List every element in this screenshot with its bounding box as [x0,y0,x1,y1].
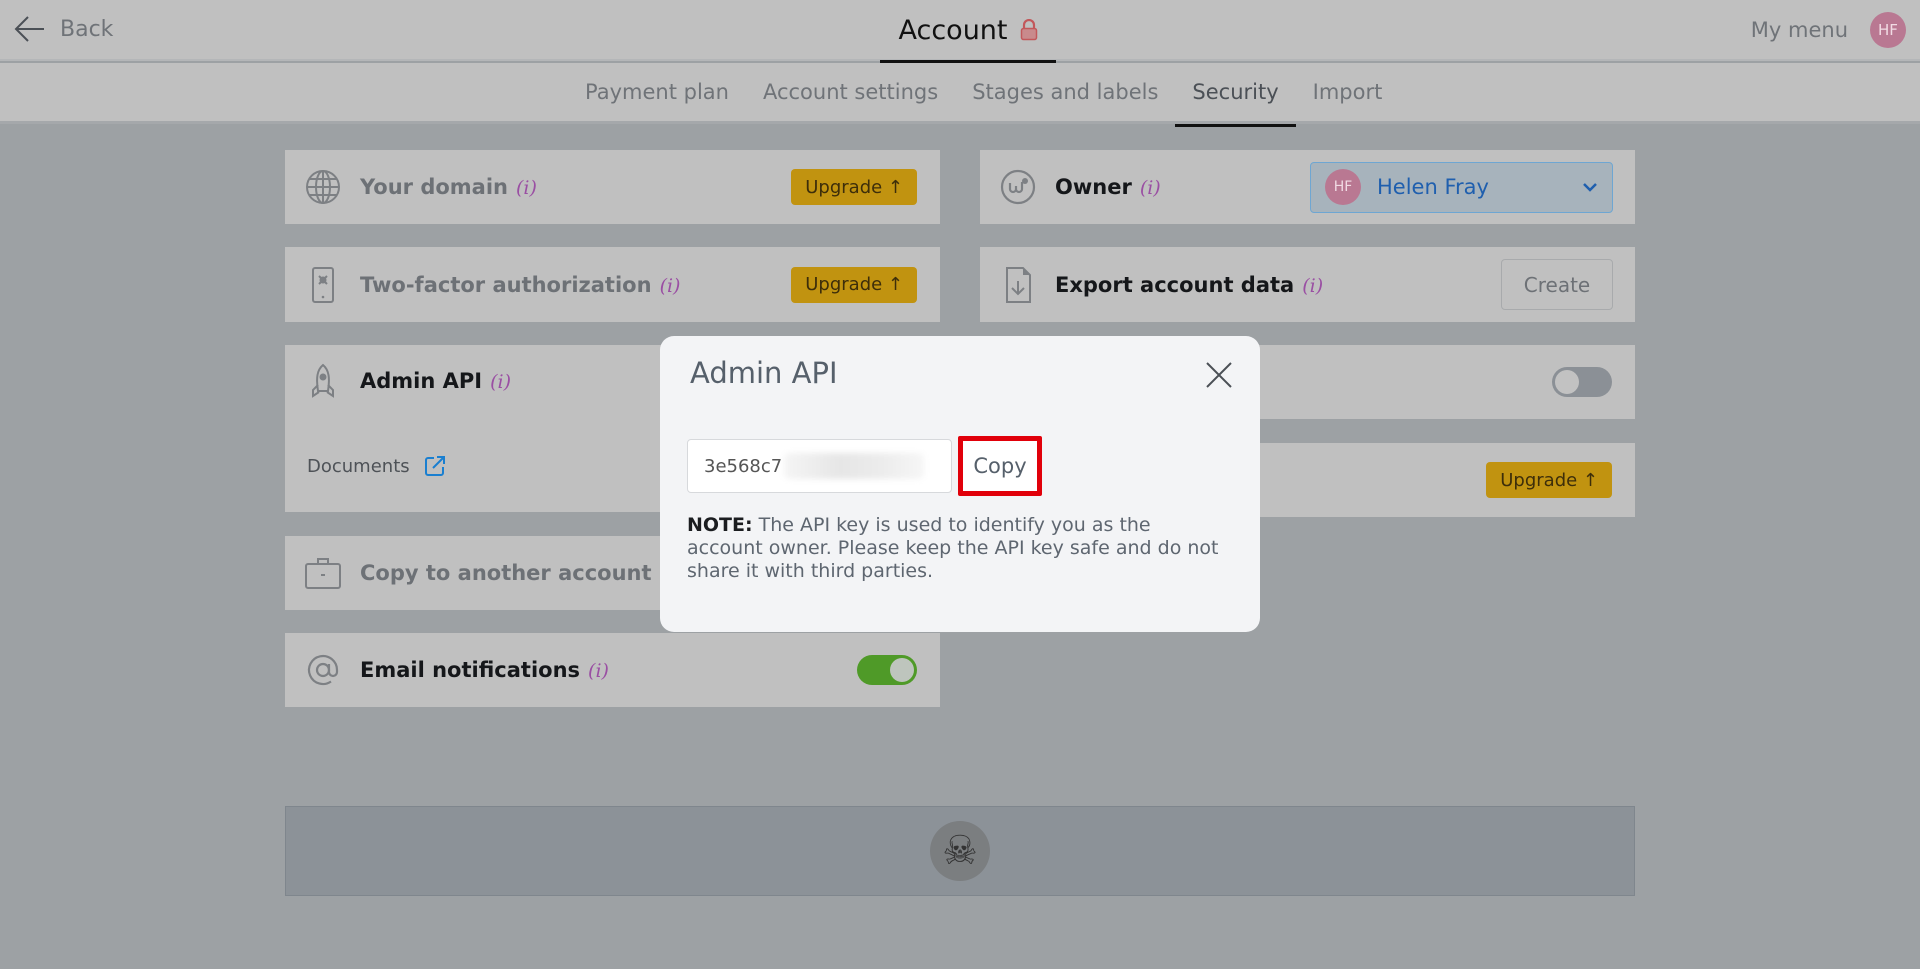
admin-api-text: Admin API [360,369,483,393]
export-data-text: Export account data [1055,272,1295,297]
your-domain-card: Your domain (i) Upgrade ↑ [285,150,940,224]
upgrade-button[interactable]: Upgrade ↑ [1486,462,1612,498]
two-factor-label: Two-factor authorization (i) [360,273,680,297]
copy-account-label: Copy to another account (i) [360,561,680,585]
back-button[interactable]: Back [14,14,113,44]
tab-import[interactable]: Import [1296,63,1400,124]
tab-security[interactable]: Security [1175,63,1296,127]
email-notifications-text: Email notifications [360,658,581,682]
owner-avatar: HF [1325,169,1361,205]
api-key-prefix: 3e568c7 [704,455,783,477]
admin-api-label: Admin API (i) [360,369,511,393]
my-menu-label: My menu [1750,18,1848,42]
my-menu-button[interactable]: My menu HF [1751,12,1906,48]
copy-button[interactable]: Copy [958,436,1042,496]
api-key-field[interactable]: 3e568c7 [687,439,952,493]
info-icon[interactable]: (i) [660,275,681,297]
upgrade-button[interactable]: Upgrade ↑ [791,266,917,303]
modal-title: Admin API [690,356,838,390]
note-text: The API key is used to identify you as t… [687,514,1219,582]
close-icon[interactable] [1204,360,1234,390]
api-key-note: NOTE: The API key is used to identify yo… [687,514,1227,583]
api-key-blurred [784,453,925,479]
tab-account-settings[interactable]: Account settings [746,63,955,124]
arrow-left-icon [14,16,44,42]
documents-link[interactable]: Documents [307,455,446,477]
export-data-label: Export account data (i) [1055,273,1323,297]
settings-tabs: Payment plan Account settings Stages and… [0,63,1920,127]
briefcase-icon [303,553,343,593]
danger-zone: ☠ [285,806,1635,896]
at-sign-icon [303,650,343,690]
owner-text: Owner [1055,175,1132,199]
owner-label: Owner (i) [1055,175,1161,199]
info-icon[interactable]: (i) [1302,275,1323,297]
external-link-icon [424,456,445,476]
skull-crossbones-icon[interactable]: ☠ [930,821,990,881]
back-label: Back [60,16,114,42]
two-factor-text: Two-factor authorization [360,272,652,297]
note-label: NOTE: [687,514,753,536]
info-icon[interactable]: (i) [1140,177,1161,199]
phone-icon [303,265,343,305]
top-bar: Back Account My menu HF [0,0,1920,63]
upgrade-button[interactable]: Upgrade ↑ [791,169,917,205]
owner-select[interactable]: HF Helen Fray [1310,161,1613,213]
email-notifications-toggle[interactable] [857,655,917,685]
admin-api-modal: Admin API 3e568c7 Copy NOTE: The API key… [660,336,1260,632]
info-icon[interactable]: (i) [588,660,609,682]
copy-account-text: Copy to another account [360,561,652,585]
documents-label: Documents [307,455,410,477]
your-domain-label: Your domain (i) [360,175,537,199]
owner-logo-icon [998,167,1038,207]
tab-stages-and-labels[interactable]: Stages and labels [955,63,1175,124]
email-notifications-label: Email notifications (i) [360,658,609,682]
page-title: Account [898,14,1008,46]
user-avatar: HF [1870,12,1906,48]
page-title-tab: Account [880,0,1056,63]
setting-toggle[interactable] [1552,367,1612,397]
info-icon[interactable]: (i) [490,371,511,393]
your-domain-text: Your domain [360,175,508,199]
email-notifications-card: Email notifications (i) [285,633,940,707]
globe-icon [303,167,343,207]
export-data-card: Export account data (i) Create [980,247,1635,322]
owner-name: Helen Fray [1377,175,1489,199]
chevron-down-icon [1582,181,1598,193]
owner-card: Owner (i) HF Helen Fray [980,150,1635,224]
create-export-button[interactable]: Create [1501,259,1613,310]
info-icon[interactable]: (i) [516,177,537,199]
file-download-icon [998,265,1038,305]
two-factor-card: Two-factor authorization (i) Upgrade ↑ [285,247,940,322]
toggle-knob [1555,370,1579,394]
toggle-knob [890,658,914,682]
tab-payment-plan[interactable]: Payment plan [568,63,746,124]
lock-icon [1020,19,1038,41]
rocket-icon [303,362,343,402]
